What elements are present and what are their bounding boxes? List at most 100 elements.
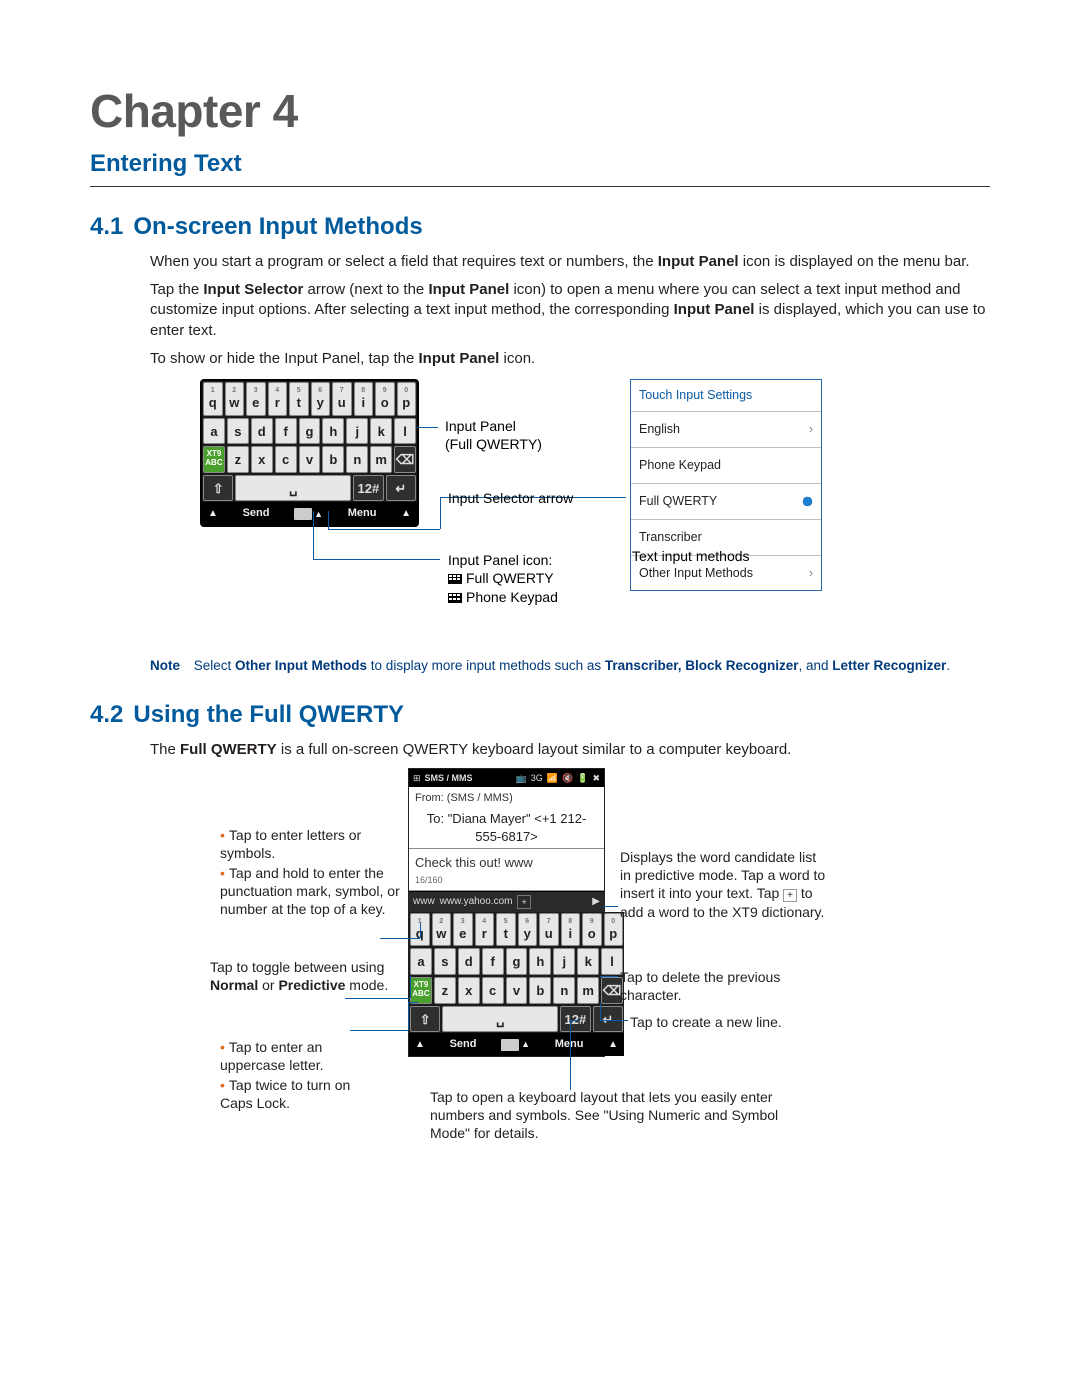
space-key: ␣ xyxy=(442,1006,558,1033)
key-b: b xyxy=(322,446,344,473)
para-4-1-a: When you start a program or select a fie… xyxy=(150,252,990,272)
key-d: d xyxy=(458,948,480,975)
xt9-abc-key: XT9ABC xyxy=(203,446,225,473)
key-k: k xyxy=(577,948,599,975)
key-v: v xyxy=(506,977,528,1004)
key-i: 8i xyxy=(354,382,374,416)
xt9-abc-key: XT9ABC xyxy=(410,977,432,1004)
key-y: 6y xyxy=(518,913,538,947)
key-h: h xyxy=(322,418,344,445)
para-4-2-a: The Full QWERTY is a full on-screen QWER… xyxy=(150,740,990,760)
settings-item-full-qwerty: Full QWERTY xyxy=(631,484,821,520)
key-y: 6y xyxy=(311,382,331,416)
menu-softkey: Menu xyxy=(348,506,377,521)
radio-selected-icon xyxy=(802,496,813,507)
key-r: 4r xyxy=(475,913,495,947)
key-e: 3e xyxy=(453,913,473,947)
key-t: 5t xyxy=(496,913,516,947)
para-4-1-c: To show or hide the Input Panel, tap the… xyxy=(150,349,990,369)
input-panel-icon xyxy=(501,1039,519,1051)
phone-keypad-mini-icon xyxy=(448,593,462,603)
settings-item-english: English› xyxy=(631,412,821,448)
phone-candidate-bar: www www.yahoo.com + ▶ xyxy=(409,891,604,912)
key-p: 0p xyxy=(397,382,417,416)
key-s: s xyxy=(434,948,456,975)
para-4-1-b: Tap the Input Selector arrow (next to th… xyxy=(150,280,990,341)
key-z: z xyxy=(434,977,456,1004)
callout-caps-lock: Tap twice to turn on Caps Lock. xyxy=(220,1076,380,1112)
key-t: 5t xyxy=(289,382,309,416)
key-c: c xyxy=(482,977,504,1004)
enter-key: ↵ xyxy=(386,475,416,502)
key-l: l xyxy=(394,418,416,445)
key-r: 4r xyxy=(268,382,288,416)
full-qwerty-mini-icon xyxy=(448,574,462,584)
key-e: 3e xyxy=(246,382,266,416)
key-i: 8i xyxy=(561,913,581,947)
send-softkey: Send xyxy=(450,1037,477,1052)
key-u: 7u xyxy=(539,913,559,947)
key-h: h xyxy=(529,948,551,975)
key-m: m xyxy=(577,977,599,1004)
key-n: n xyxy=(553,977,575,1004)
callout-delete: Tap to delete the previous character. xyxy=(620,968,810,1004)
settings-item-phone-keypad: Phone Keypad xyxy=(631,448,821,484)
phone-to-line: To: "Diana Mayer" <+1 212-555-6817> xyxy=(409,810,604,849)
callout-numeric-symbol: Tap to open a keyboard layout that lets … xyxy=(430,1088,800,1143)
key-f: f xyxy=(482,948,504,975)
key-j: j xyxy=(553,948,575,975)
figure-full-qwerty-callouts: ⊞ SMS / MMS 📺3G📶🔇🔋✖ From: (SMS / MMS) To… xyxy=(150,768,990,1198)
phone-from-line: From: (SMS / MMS) xyxy=(409,787,604,810)
phone-message-body: Check this out! www xyxy=(409,849,604,874)
key-j: j xyxy=(346,418,368,445)
label-input-selector-arrow: Input Selector arrow xyxy=(448,489,573,507)
key-x: x xyxy=(458,977,480,1004)
shift-key: ⇧ xyxy=(203,475,233,502)
input-selector-arrow-icon: ▲ xyxy=(314,508,323,520)
key-a: a xyxy=(203,418,225,445)
callout-newline: Tap to create a new line. xyxy=(630,1013,830,1031)
chapter-subtitle: Entering Text xyxy=(90,148,990,187)
numeric-key: 12# xyxy=(560,1006,590,1033)
full-qwerty-keyboard: 1q2w3e4r5t6y7u8i9o0p asdfghjkl XT9ABCzxc… xyxy=(200,379,419,527)
label-input-panel: Input Panel (Full QWERTY) xyxy=(445,417,542,453)
figure-keyboard-and-settings: 1q2w3e4r5t6y7u8i9o0p asdfghjkl XT9ABCzxc… xyxy=(200,379,990,649)
chapter-title: Chapter 4 xyxy=(90,80,990,142)
add-word-inline-icon: + xyxy=(783,889,797,902)
add-word-icon: + xyxy=(517,895,530,909)
key-m: m xyxy=(370,446,392,473)
key-a: a xyxy=(410,948,432,975)
key-x: x xyxy=(251,446,273,473)
phone-status-bar: ⊞ SMS / MMS 📺3G📶🔇🔋✖ xyxy=(409,769,604,787)
label-text-input-methods: Text input methods xyxy=(632,547,750,565)
key-c: c xyxy=(275,446,297,473)
callout-tap-hold: Tap and hold to enter the punctuation ma… xyxy=(220,864,400,919)
input-panel-icon xyxy=(294,508,312,520)
key-g: g xyxy=(506,948,528,975)
callout-tap-letters: Tap to enter letters or symbols. xyxy=(220,826,390,862)
section-number: 4.2 xyxy=(90,701,123,728)
windows-flag-icon: ⊞ xyxy=(413,772,421,784)
key-z: z xyxy=(227,446,249,473)
key-w: 2w xyxy=(432,913,452,947)
key-s: s xyxy=(227,418,249,445)
key-w: 2w xyxy=(225,382,245,416)
numeric-key: 12# xyxy=(353,475,383,502)
section-4-1-heading: 4.1On-screen Input Methods xyxy=(90,211,990,243)
keyboard-bottom-bar: ▲ Send ▲ Menu ▲ xyxy=(409,1033,624,1056)
shift-key: ⇧ xyxy=(410,1006,440,1033)
chevron-right-icon: › xyxy=(809,421,813,438)
keyboard-bottom-bar: ▲ Send ▲ Menu ▲ xyxy=(202,502,417,525)
phone-char-count: 16/160 xyxy=(409,874,604,891)
section-title: Using the Full QWERTY xyxy=(133,701,404,728)
key-d: d xyxy=(251,418,273,445)
space-key: ␣ xyxy=(235,475,351,502)
note-other-input-methods: Note Select Other Input Methods to displ… xyxy=(150,657,990,675)
key-n: n xyxy=(346,446,368,473)
callout-uppercase: Tap to enter an uppercase letter. xyxy=(220,1038,380,1074)
callout-toggle-mode: Tap to toggle between using Normal or Pr… xyxy=(210,958,400,994)
key-o: 9o xyxy=(582,913,602,947)
delete-key: ⌫ xyxy=(394,446,416,473)
send-softkey: Send xyxy=(243,506,270,521)
enter-key: ↵ xyxy=(593,1006,623,1033)
